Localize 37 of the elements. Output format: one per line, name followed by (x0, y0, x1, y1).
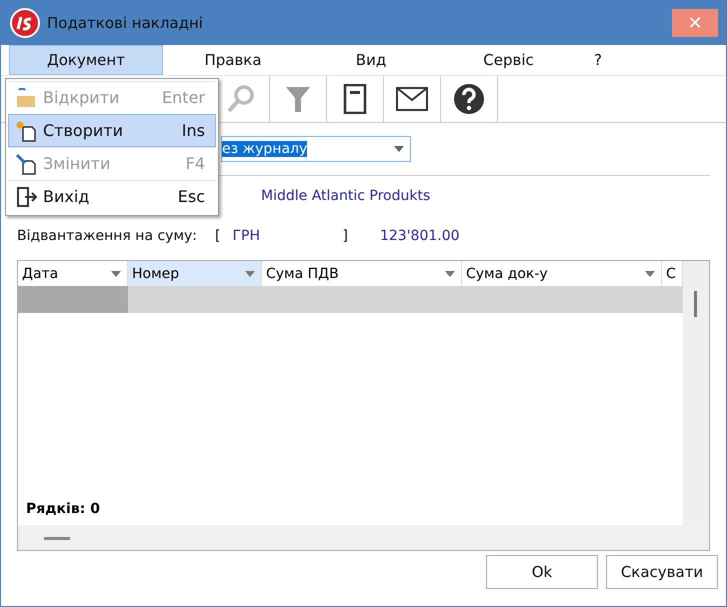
menu-item[interactable]: ? (578, 45, 618, 75)
sort-caret-icon (445, 270, 455, 276)
journal-dropdown[interactable]: ез журналу (221, 136, 411, 162)
edit-document-icon (15, 152, 37, 174)
bracket: [ (215, 228, 220, 244)
caret-icon (394, 146, 404, 152)
currency-text: ГРН (232, 228, 262, 244)
menu-item[interactable]: Правка (163, 45, 303, 75)
filter-icon (285, 85, 311, 113)
menu-item[interactable]: Документ (9, 45, 163, 75)
vertical-scrollbar[interactable] (683, 261, 709, 525)
sort-caret-icon (245, 270, 255, 276)
column-header[interactable]: Номер (128, 261, 262, 286)
cancel-button[interactable]: Скасувати (606, 555, 718, 589)
counterparty-name: Middle Atlantic Produkts (261, 188, 430, 204)
amount-text: 123'801.00 (380, 228, 460, 244)
sort-caret-icon (645, 270, 655, 276)
folder-icon (15, 88, 37, 108)
menu-item[interactable]: Вид (303, 45, 439, 75)
menu-option[interactable]: Вихід Esc (8, 180, 216, 213)
row-count: Рядків: 0 (25, 501, 101, 519)
window-title: Податкові накладні (47, 14, 204, 32)
notebook-icon (343, 84, 367, 114)
bracket: ] (342, 228, 348, 244)
search-icon (226, 84, 256, 114)
new-document-icon (15, 120, 37, 142)
menu-item[interactable]: Сервіс (439, 45, 578, 75)
ok-button[interactable]: Ok (486, 555, 598, 589)
exit-icon (15, 186, 37, 208)
sort-caret-icon (111, 270, 121, 276)
logo-icon (9, 7, 41, 39)
horizontal-scrollbar[interactable] (44, 537, 70, 540)
help-icon (453, 83, 485, 115)
menu-option[interactable]: Створити Ins (8, 114, 216, 147)
envelope-icon (396, 87, 428, 111)
shipment-label: Відвантаження на суму: (17, 228, 198, 244)
selected-row[interactable] (18, 286, 683, 313)
